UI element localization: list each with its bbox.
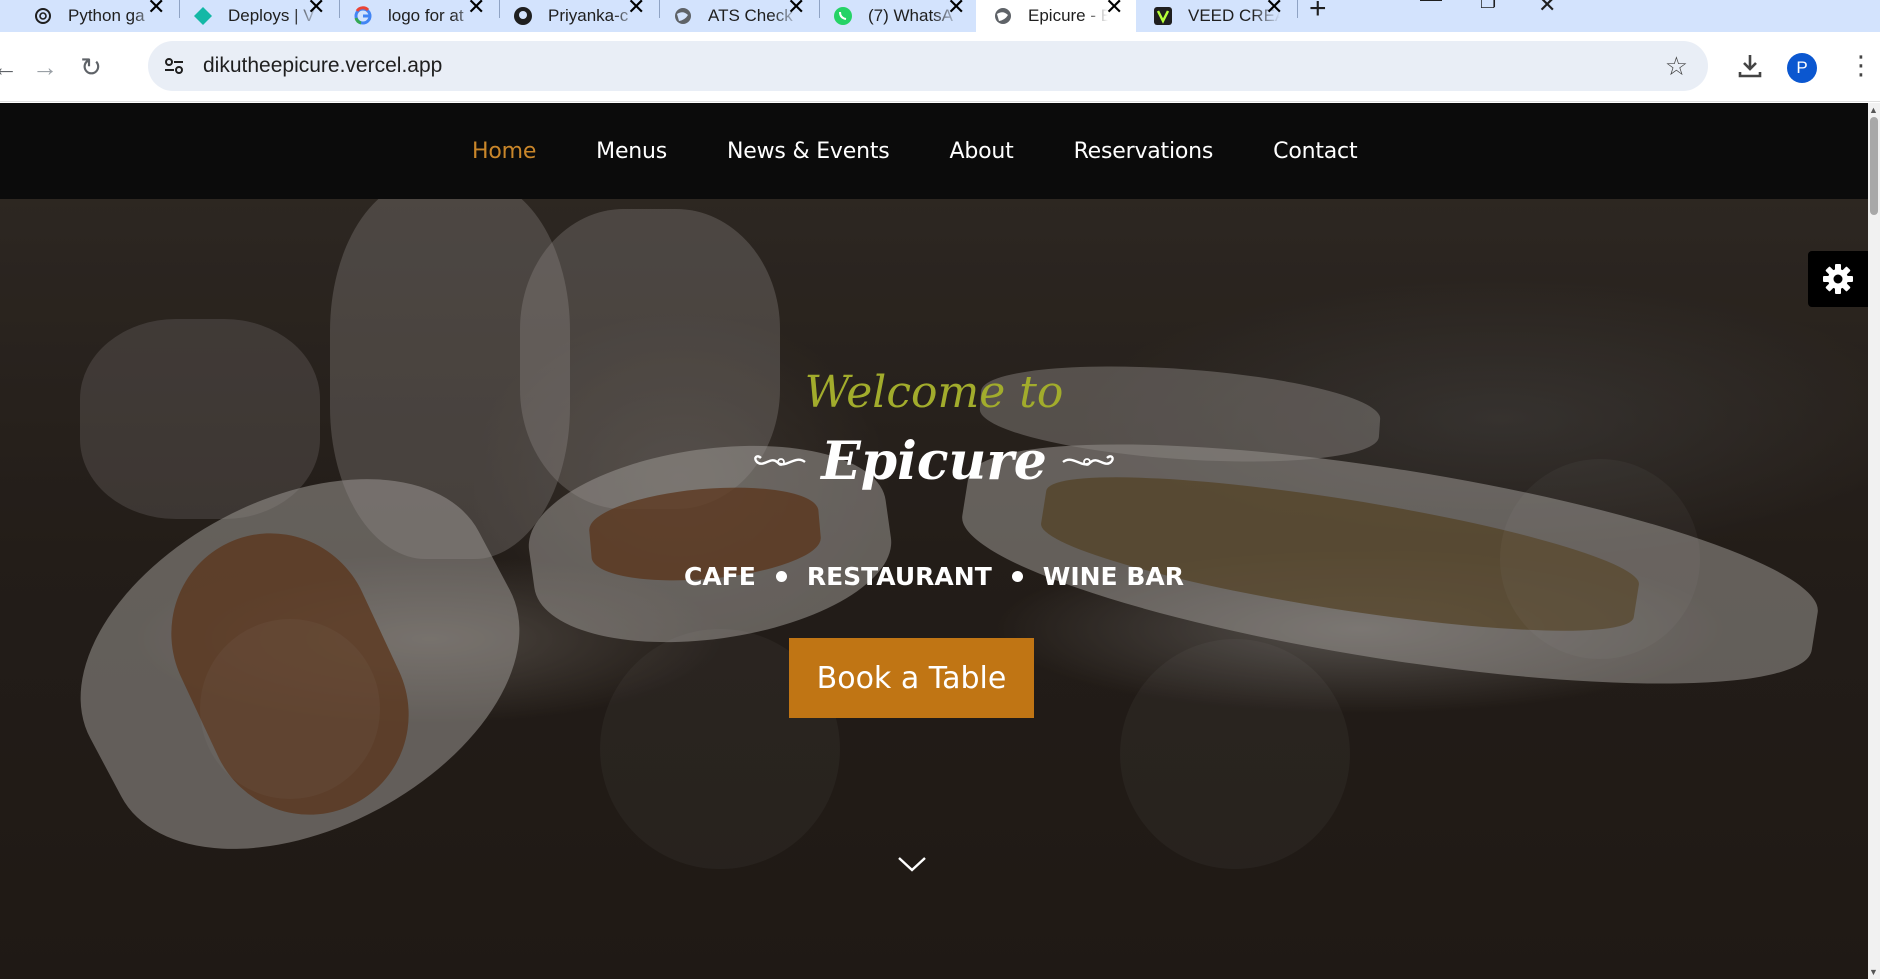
omnibox[interactable]: dikutheepicure.vercel.app ☆ [148, 41, 1708, 91]
download-icon[interactable] [1736, 52, 1764, 80]
netlify-icon [192, 5, 214, 27]
restore-icon[interactable]: ❐ [1480, 0, 1496, 13]
new-tab-icon[interactable]: + [1309, 0, 1327, 26]
nav-item-contact[interactable]: Contact [1273, 139, 1357, 164]
close-icon[interactable]: ✕ [947, 0, 965, 20]
gear-icon [1823, 264, 1853, 294]
whatsapp-icon [832, 5, 854, 27]
tab-separator [179, 0, 180, 18]
page-viewport: Home Menus News & Events About Reservati… [0, 103, 1868, 979]
hero-section: Welcome to Epicure CAFE RESTAURANT WINE … [0, 199, 1868, 979]
settings-gear-button[interactable] [1808, 251, 1868, 307]
tab-title: Epicure - E [1028, 6, 1108, 25]
browser-tab-strip: Python ga ✕ Deploys | V ✕ logo for at ✕ … [0, 0, 1880, 32]
scroll-up-icon[interactable]: ▲ [1869, 105, 1878, 115]
github-icon [512, 5, 534, 27]
window-close-icon[interactable]: ✕ [1538, 0, 1556, 18]
tab-separator [819, 0, 820, 18]
bullet-dot [775, 571, 787, 582]
tab-separator [659, 0, 660, 18]
close-icon[interactable]: ✕ [1105, 0, 1123, 20]
globe-icon [992, 5, 1014, 27]
nav-item-menus[interactable]: Menus [596, 139, 667, 164]
flourish-left-icon [754, 454, 806, 466]
tab-separator [339, 0, 340, 18]
page-scrollbar[interactable]: ▲ ▼ [1868, 103, 1880, 979]
nav-item-reservations[interactable]: Reservations [1074, 139, 1214, 164]
minimize-icon[interactable]: — [1420, 0, 1442, 12]
scroll-down-chevron-icon[interactable] [897, 854, 927, 874]
scrollbar-thumb[interactable] [1870, 117, 1878, 215]
close-icon[interactable]: ✕ [787, 0, 805, 20]
welcome-heading: Welcome to [804, 367, 1064, 418]
nav-menu: Home Menus News & Events About Reservati… [472, 103, 1417, 199]
close-icon[interactable]: ✕ [307, 0, 325, 20]
nav-item-news-events[interactable]: News & Events [727, 139, 890, 164]
nav-item-home[interactable]: Home [472, 139, 536, 164]
brand-name: Epicure [821, 431, 1047, 492]
close-icon[interactable]: ✕ [147, 0, 165, 20]
browser-tab[interactable]: Priyanka-c [512, 0, 640, 32]
nav-item-about[interactable]: About [950, 139, 1014, 164]
close-icon[interactable]: ✕ [627, 0, 645, 20]
close-icon[interactable]: ✕ [467, 0, 485, 20]
globe-icon [672, 5, 694, 27]
bullet-dot [1011, 571, 1023, 582]
browser-tab[interactable]: ATS Check [672, 0, 800, 32]
browser-tab[interactable]: Python ga [32, 0, 160, 32]
tab-separator [1297, 0, 1298, 18]
forward-icon[interactable]: → [30, 52, 60, 82]
browser-menu-icon[interactable]: ⋮ [1848, 52, 1874, 78]
reload-icon[interactable]: ↻ [76, 52, 106, 82]
brand-row: Epicure [0, 431, 1868, 492]
browser-tab[interactable]: logo for at [352, 0, 480, 32]
hero-tagline: CAFE RESTAURANT WINE BAR [0, 562, 1868, 591]
bookmark-star-icon[interactable]: ☆ [1665, 51, 1688, 82]
tagline-item: WINE BAR [1042, 562, 1184, 591]
scroll-down-icon[interactable]: ▼ [1869, 967, 1878, 977]
browser-tab[interactable]: VEED CREA [1152, 0, 1280, 32]
veed-icon [1152, 5, 1174, 27]
browser-tab[interactable]: Deploys | V [192, 0, 320, 32]
profile-avatar[interactable]: P [1787, 53, 1817, 83]
browser-tab[interactable]: (7) WhatsA [832, 0, 960, 32]
back-icon[interactable]: ← [0, 52, 20, 82]
site-navbar: Home Menus News & Events About Reservati… [0, 103, 1868, 199]
book-a-table-button[interactable]: Book a Table [789, 638, 1034, 718]
url-text[interactable]: dikutheepicure.vercel.app [203, 54, 442, 78]
google-icon [352, 5, 374, 27]
tagline-item: RESTAURANT [806, 562, 992, 591]
openai-icon [32, 5, 54, 27]
tab-separator [499, 0, 500, 18]
tagline-item: CAFE [683, 562, 756, 591]
address-bar-row: ← → ↻ dikutheepicure.vercel.app ☆ [0, 32, 1880, 102]
site-info-icon[interactable] [162, 54, 186, 78]
close-icon[interactable]: ✕ [1265, 0, 1283, 20]
flourish-right-icon [1062, 454, 1114, 466]
